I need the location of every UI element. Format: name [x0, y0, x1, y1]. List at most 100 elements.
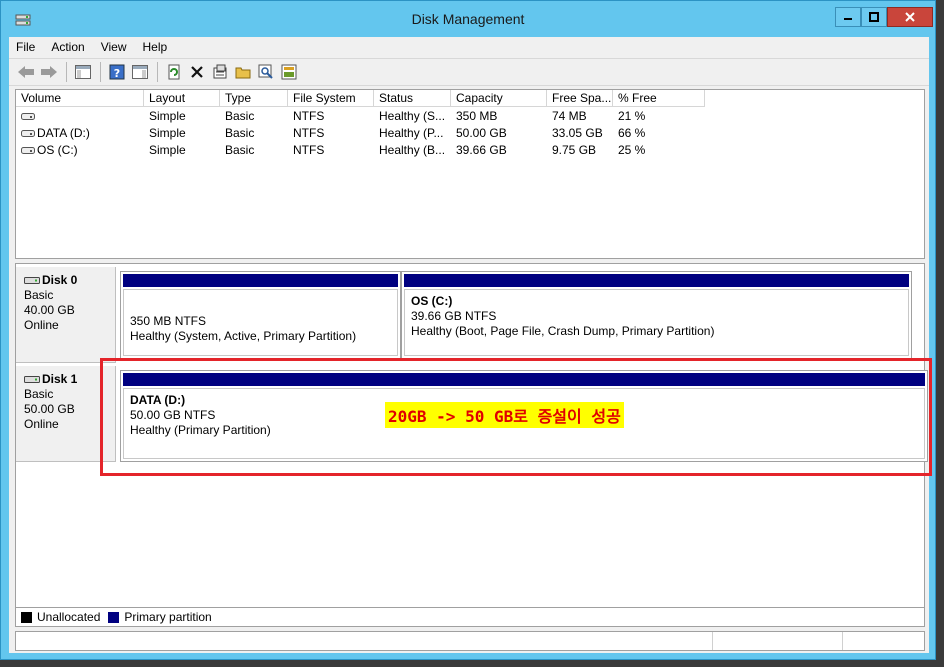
column-header-layout[interactable]: Layout [144, 90, 220, 107]
status-cell: Healthy (P... [379, 126, 444, 140]
free-space-cell: 33.05 GB [552, 126, 603, 140]
menu-action[interactable]: Action [51, 40, 84, 54]
partition-status: Healthy (System, Active, Primary Partiti… [130, 329, 357, 343]
column-header-volume[interactable]: Volume [16, 90, 144, 107]
refresh-icon[interactable] [163, 61, 185, 83]
file-system-cell: NTFS [293, 143, 325, 157]
disk-name: Disk 1 [42, 372, 78, 386]
column-header-percent-free[interactable]: % Free [613, 90, 705, 107]
client-area: File Action View Help ? Volume Layout Ty… [9, 37, 929, 653]
type-cell: Basic [225, 126, 255, 140]
legend-primary-partition: Primary partition [124, 610, 212, 624]
delete-icon[interactable] [186, 61, 208, 83]
capacity-cell: 350 MB [456, 109, 498, 123]
drive-icon [21, 129, 35, 137]
percent-free-cell: 21 % [618, 109, 646, 123]
drive-icon [21, 146, 35, 154]
disk-size: 50.00 GB [24, 402, 75, 416]
window-title: Disk Management [411, 11, 525, 27]
status-cell: Healthy (S... [379, 109, 446, 123]
forward-icon[interactable] [38, 61, 60, 83]
show-hide-action-pane-icon[interactable] [129, 61, 151, 83]
type-cell: Basic [225, 109, 255, 123]
open-icon[interactable] [232, 61, 254, 83]
maximize-icon [869, 12, 879, 22]
unallocated-swatch [21, 611, 32, 623]
layout-cell: Simple [149, 109, 186, 123]
minimize-button[interactable] [835, 7, 861, 27]
capacity-cell: 50.00 GB [456, 126, 507, 140]
column-header-status[interactable]: Status [374, 90, 451, 107]
column-header-free-space[interactable]: Free Spa... [547, 90, 613, 107]
help-topics-icon[interactable] [278, 61, 300, 83]
status-cell: Healthy (B... [379, 143, 446, 157]
drive-icon [21, 112, 35, 120]
close-icon [905, 12, 915, 22]
partition-os-c[interactable]: OS (C:) 39.66 GB NTFS Healthy (Boot, Pag… [401, 271, 912, 359]
free-space-cell: 9.75 GB [552, 143, 597, 157]
annotation-callout: 20GB -> 50 GB로 증설이 성공 [385, 402, 624, 428]
partition-status: Healthy (Boot, Page File, Crash Dump, Pr… [411, 324, 715, 338]
file-system-cell: NTFS [293, 126, 325, 140]
minimize-icon [844, 18, 852, 20]
partition-size: 350 MB NTFS [130, 314, 207, 328]
partition-system-reserved[interactable]: 350 MB NTFS Healthy (System, Active, Pri… [120, 271, 401, 359]
file-system-cell: NTFS [293, 109, 325, 123]
disk-type: Basic [24, 288, 54, 302]
disk-type: Basic [24, 387, 54, 401]
column-header-type[interactable]: Type [220, 90, 288, 107]
volume-cell: OS (C:) [16, 142, 144, 159]
status-bar [15, 631, 925, 651]
menu-bar: File Action View Help [9, 37, 929, 57]
column-header-file-system[interactable]: File System [288, 90, 374, 107]
volume-cell [16, 108, 144, 125]
layout-cell: Simple [149, 143, 186, 157]
properties-icon[interactable] [209, 61, 231, 83]
volume-cell: DATA (D:) [16, 125, 144, 142]
volume-name: DATA (D:) [37, 126, 90, 140]
menu-file[interactable]: File [16, 40, 35, 54]
help-icon[interactable]: ? [106, 61, 128, 83]
percent-free-cell: 66 % [618, 126, 646, 140]
partition-size: 39.66 GB NTFS [411, 309, 497, 323]
disk-size: 40.00 GB [24, 303, 75, 317]
close-button[interactable] [887, 7, 933, 27]
status-divider [712, 632, 713, 650]
legend: Unallocated Primary partition [15, 607, 925, 627]
disk-name: Disk 0 [42, 273, 78, 287]
free-space-cell: 74 MB [552, 109, 587, 123]
partition-type-bar [123, 274, 398, 287]
partition-type-bar [404, 274, 909, 287]
partition-title [130, 294, 391, 309]
volume-name: OS (C:) [37, 143, 78, 157]
legend-unallocated: Unallocated [37, 610, 101, 624]
volume-list[interactable]: Volume Layout Type File System Status Ca… [15, 89, 925, 259]
toolbar-separator [100, 62, 101, 82]
menu-view[interactable]: View [101, 40, 127, 54]
type-cell: Basic [225, 143, 255, 157]
svg-text:?: ? [114, 67, 120, 80]
disk-icon [24, 276, 40, 284]
disk-state: Online [24, 417, 59, 431]
disk-state: Online [24, 318, 59, 332]
maximize-button[interactable] [861, 7, 887, 27]
explore-icon[interactable] [255, 61, 277, 83]
partition-title: OS (C:) [411, 294, 453, 308]
percent-free-cell: 25 % [618, 143, 646, 157]
layout-cell: Simple [149, 126, 186, 140]
title-bar[interactable]: Disk Management [1, 1, 935, 37]
toolbar-separator [157, 62, 158, 82]
menu-help[interactable]: Help [143, 40, 168, 54]
toolbar-separator [66, 62, 67, 82]
disk-0-label[interactable]: Disk 0 Basic 40.00 GB Online [16, 267, 116, 363]
status-divider [842, 632, 843, 650]
partition-info: OS (C:) 39.66 GB NTFS Healthy (Boot, Pag… [404, 289, 909, 356]
show-hide-console-tree-icon[interactable] [72, 61, 94, 83]
disk-icon [24, 375, 40, 383]
disk-management-window: Disk Management File Action View Help ? … [0, 0, 936, 660]
primary-partition-swatch [108, 611, 120, 623]
back-icon[interactable] [15, 61, 37, 83]
column-header-capacity[interactable]: Capacity [451, 90, 547, 107]
capacity-cell: 39.66 GB [456, 143, 507, 157]
partition-info: 350 MB NTFS Healthy (System, Active, Pri… [123, 289, 398, 356]
